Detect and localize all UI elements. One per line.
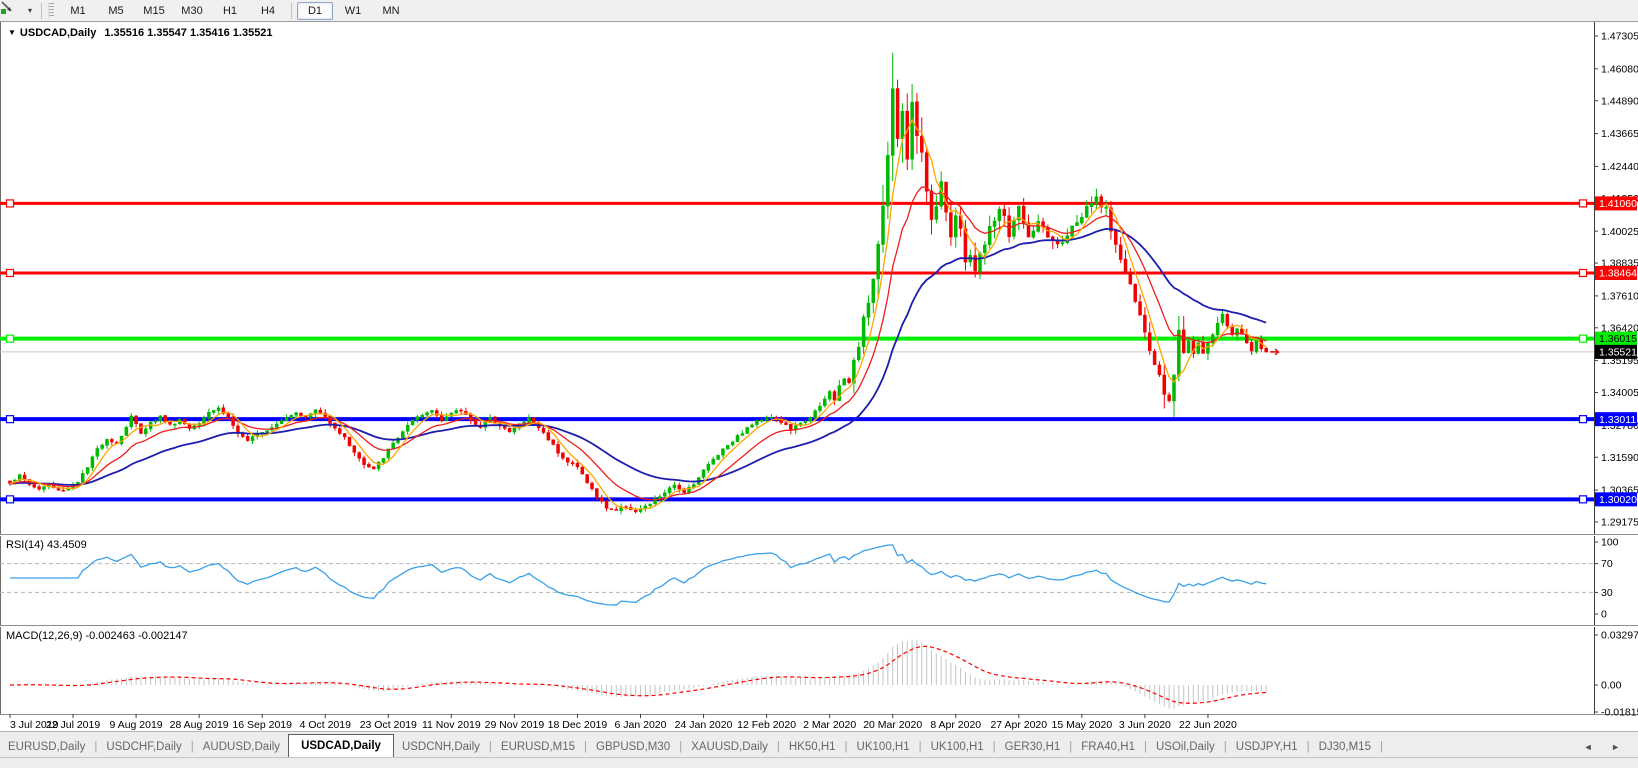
chart-ohlc-quote: 1.35516 1.35547 1.35416 1.35521 <box>104 27 273 39</box>
svg-text:22 Jul 2019: 22 Jul 2019 <box>46 719 100 731</box>
chart-symbol-period: USDCAD,Daily <box>19 27 97 39</box>
svg-text:1.41060: 1.41060 <box>1599 198 1637 210</box>
svg-text:1.30020: 1.30020 <box>1599 494 1637 506</box>
line-handle <box>5 268 15 278</box>
chart-tab-XAUUSD-Daily[interactable]: XAUUSD,Daily <box>683 737 776 758</box>
svg-text:1.36015: 1.36015 <box>1599 333 1637 345</box>
svg-text:0.032972: 0.032972 <box>1601 630 1638 642</box>
chart-frame <box>0 22 1638 731</box>
svg-text:16 Sep 2019: 16 Sep 2019 <box>232 719 292 731</box>
svg-text:1.46080: 1.46080 <box>1601 63 1638 75</box>
line-handle <box>1578 334 1588 343</box>
chart-title: ▼ USDCAD,Daily 1.35516 1.35547 1.35416 1.3… <box>8 27 273 39</box>
svg-text:8 Apr 2020: 8 Apr 2020 <box>930 719 981 731</box>
svg-text:1.44890: 1.44890 <box>1601 95 1638 107</box>
chart-canvas[interactable]: 1.473051.460801.448901.436651.424401.412… <box>0 0 1638 731</box>
tabs-scroll-left-icon[interactable]: ◄ <box>1584 742 1601 752</box>
svg-text:1.33011: 1.33011 <box>1599 414 1636 426</box>
rsi-indicator-label: RSI(14) 43.4509 <box>6 539 87 551</box>
svg-text:1.37610: 1.37610 <box>1601 290 1638 302</box>
svg-text:9 Aug 2019: 9 Aug 2019 <box>110 719 163 731</box>
svg-text:4 Oct 2019: 4 Oct 2019 <box>300 719 352 731</box>
svg-text:22 Jun 2020: 22 Jun 2020 <box>1179 719 1237 731</box>
line-handle <box>5 334 15 343</box>
svg-text:11 Nov 2019: 11 Nov 2019 <box>422 719 481 731</box>
svg-text:1.31590: 1.31590 <box>1601 452 1638 464</box>
svg-text:1.34005: 1.34005 <box>1601 387 1638 399</box>
svg-text:3 Jun 2020: 3 Jun 2020 <box>1119 719 1171 731</box>
chart-tab-USDCNH-Daily[interactable]: USDCNH,Daily <box>394 737 488 758</box>
chart-tab-GBPUSD-M30[interactable]: GBPUSD,M30 <box>588 737 678 758</box>
svg-text:1.40025: 1.40025 <box>1601 226 1638 238</box>
svg-text:1.38464: 1.38464 <box>1599 268 1637 280</box>
svg-text:15 May 2020: 15 May 2020 <box>1051 719 1112 731</box>
chart-tab-FRA40-H1[interactable]: FRA40,H1 <box>1073 737 1143 758</box>
chart-tab-UK100-H1[interactable]: UK100,H1 <box>923 737 992 758</box>
svg-text:27 Apr 2020: 27 Apr 2020 <box>990 719 1047 731</box>
status-bar <box>0 757 1638 768</box>
svg-text:30: 30 <box>1601 587 1613 599</box>
svg-text:1.29175: 1.29175 <box>1601 517 1638 529</box>
chart-tab-USOil-Daily[interactable]: USOil,Daily <box>1148 737 1223 758</box>
chart-tab-bar: EURUSD,Daily | USDCHF,Daily | AUDUSD,Daily US… <box>0 731 1638 759</box>
svg-text:12 Feb 2020: 12 Feb 2020 <box>737 719 796 731</box>
svg-text:23 Oct 2019: 23 Oct 2019 <box>360 719 417 731</box>
svg-text:6 Jan 2020: 6 Jan 2020 <box>615 719 667 731</box>
chart-tab-USDCAD-Daily[interactable]: USDCAD,Daily <box>288 734 394 759</box>
chart-tab-DJ30-M15[interactable]: DJ30,M15 <box>1311 737 1379 758</box>
svg-text:2 Mar 2020: 2 Mar 2020 <box>803 719 856 731</box>
svg-text:28 Aug 2019: 28 Aug 2019 <box>170 719 229 731</box>
price-axis[interactable]: 1.473051.460801.448901.436651.424401.412… <box>1594 31 1638 529</box>
trading-terminal-window: ▾ M1 M5 M15 M30 H1 H4 D1 W1 MN 1.47305 1.46080 1.4… <box>0 0 1638 768</box>
chart-tab-UK100-H1[interactable]: UK100,H1 <box>849 737 918 758</box>
chart-tab-EURUSD-M15[interactable]: EURUSD,M15 <box>493 737 583 758</box>
tab-separator: | <box>1379 741 1383 753</box>
line-handle <box>5 199 15 208</box>
svg-text:1.47305: 1.47305 <box>1601 31 1638 43</box>
svg-text:100: 100 <box>1601 537 1619 549</box>
chart-tab-HK50-H1[interactable]: HK50,H1 <box>781 737 844 758</box>
line-handle <box>1578 199 1588 208</box>
svg-text:1.42440: 1.42440 <box>1601 161 1638 173</box>
line-handle <box>1578 268 1588 278</box>
svg-text:0.00: 0.00 <box>1601 680 1622 692</box>
svg-text:18 Dec 2019: 18 Dec 2019 <box>548 719 608 731</box>
chart-tab-USDJPY-H1[interactable]: USDJPY,H1 <box>1228 737 1306 758</box>
svg-text:1.35521: 1.35521 <box>1599 346 1637 358</box>
svg-text:29 Nov 2019: 29 Nov 2019 <box>485 719 545 731</box>
svg-text:24 Jan 2020: 24 Jan 2020 <box>675 719 733 731</box>
svg-text:70: 70 <box>1601 558 1613 570</box>
svg-text:20 Mar 2020: 20 Mar 2020 <box>863 719 922 731</box>
chart-tab-EURUSD-Daily[interactable]: EURUSD,Daily <box>0 737 93 758</box>
tabs-scroll-right-icon[interactable]: ► <box>1611 742 1628 752</box>
line-handle <box>5 415 15 424</box>
line-handle <box>5 495 15 504</box>
chart-tab-AUDUSD-Daily[interactable]: AUDUSD,Daily <box>195 737 288 758</box>
line-handle <box>1578 495 1588 504</box>
macd-indicator-label: MACD(12,26,9) -0.002463 -0.002147 <box>6 630 188 642</box>
svg-text:1.43665: 1.43665 <box>1601 128 1638 140</box>
symbol-dropdown-icon[interactable]: ▼ <box>8 28 16 37</box>
svg-text:-0.018154: -0.018154 <box>1601 707 1638 719</box>
chart-tab-USDCHF-Daily[interactable]: USDCHF,Daily <box>98 737 189 758</box>
svg-text:0: 0 <box>1601 609 1607 621</box>
line-handle <box>1578 415 1588 424</box>
chart-tab-GER30-H1[interactable]: GER30,H1 <box>997 737 1069 758</box>
